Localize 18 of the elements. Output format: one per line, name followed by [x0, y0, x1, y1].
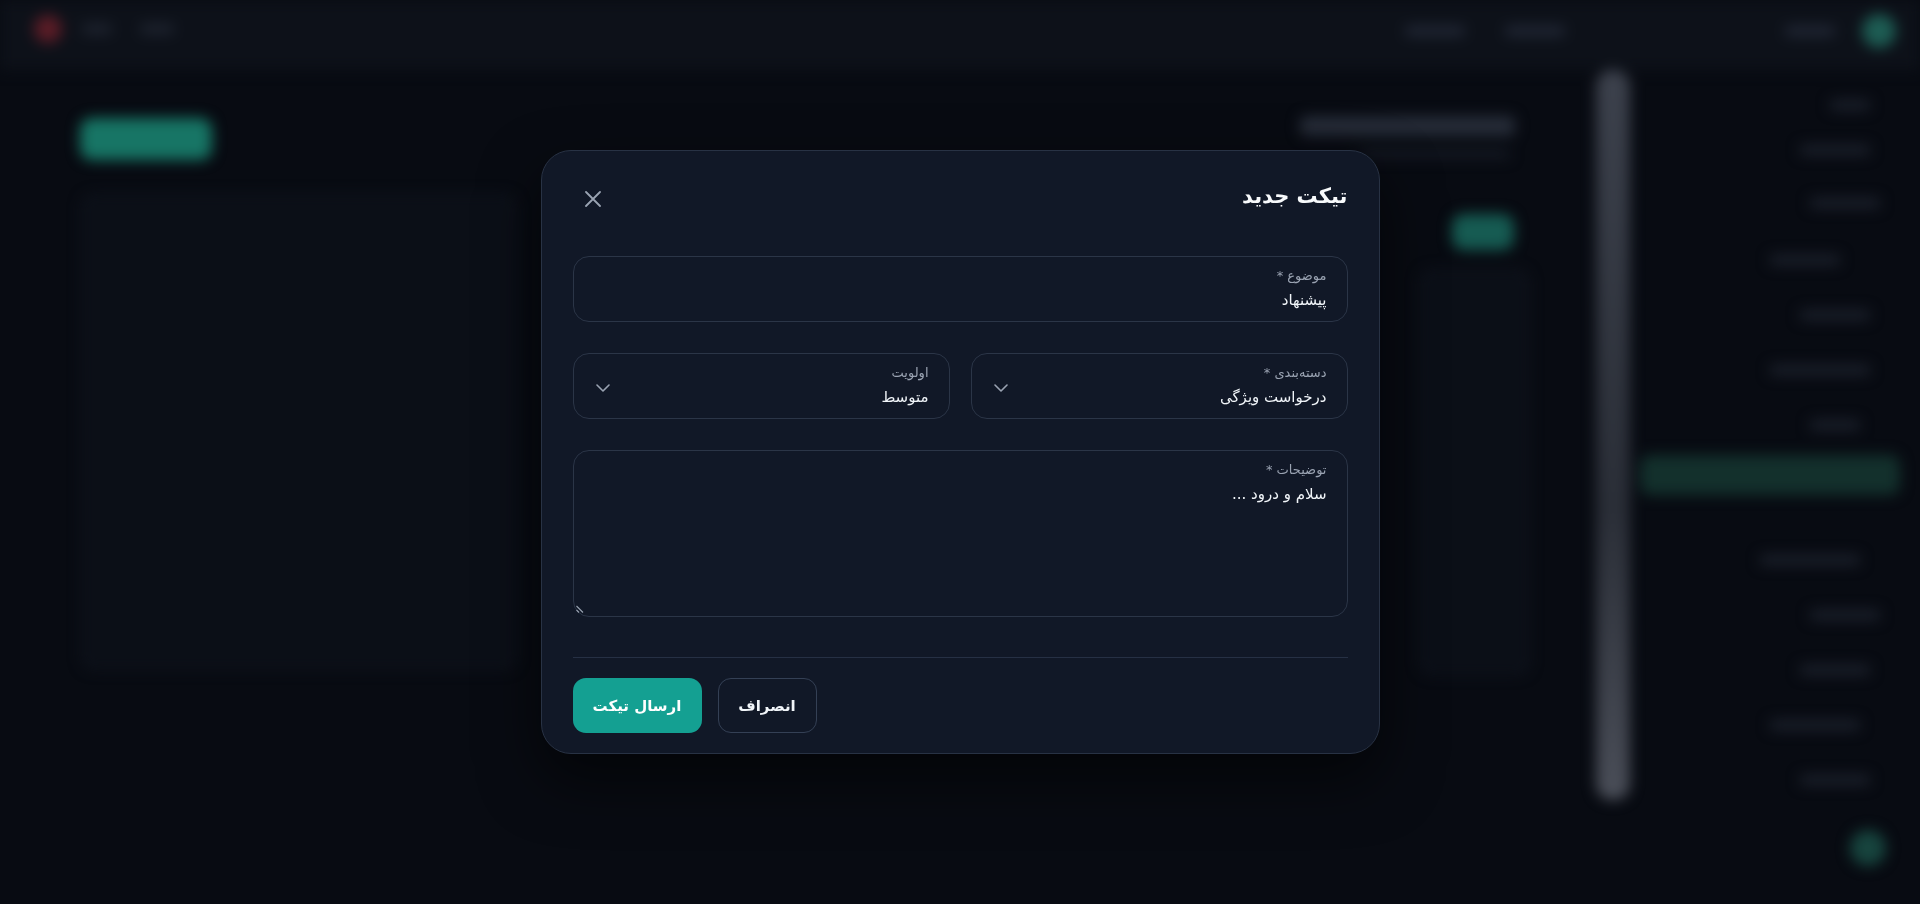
close-icon — [584, 191, 601, 207]
resize-handle-icon[interactable] — [575, 605, 584, 613]
field-label: موضوع * — [1276, 267, 1327, 286]
dropdown-field[interactable]: دسته‌بندی * درخواست ویژگی — [970, 353, 1348, 419]
chevron-down-icon — [993, 384, 1008, 392]
field-label: اولویت — [891, 364, 929, 383]
cancel-button[interactable]: انصراف — [717, 678, 817, 733]
chevron-down-icon — [595, 384, 610, 392]
field-value: متوسط — [881, 387, 929, 408]
dropdown-field[interactable]: اولویت متوسط — [572, 353, 950, 419]
dialog-title: تیکت جدید — [1242, 183, 1348, 210]
field-label: دسته‌بندی * — [1263, 364, 1327, 382]
field-value: درخواست ویژگی — [1219, 387, 1327, 408]
subject-input-field[interactable]: موضوع * پیشنهاد — [572, 256, 1348, 322]
field-value: سلام و درود ... — [1232, 484, 1327, 505]
field-value: پیشنهاد — [1281, 290, 1327, 312]
description-textarea[interactable]: توضیحات * سلام و درود ... — [572, 450, 1348, 617]
field-label: توضیحات * — [1265, 461, 1327, 480]
